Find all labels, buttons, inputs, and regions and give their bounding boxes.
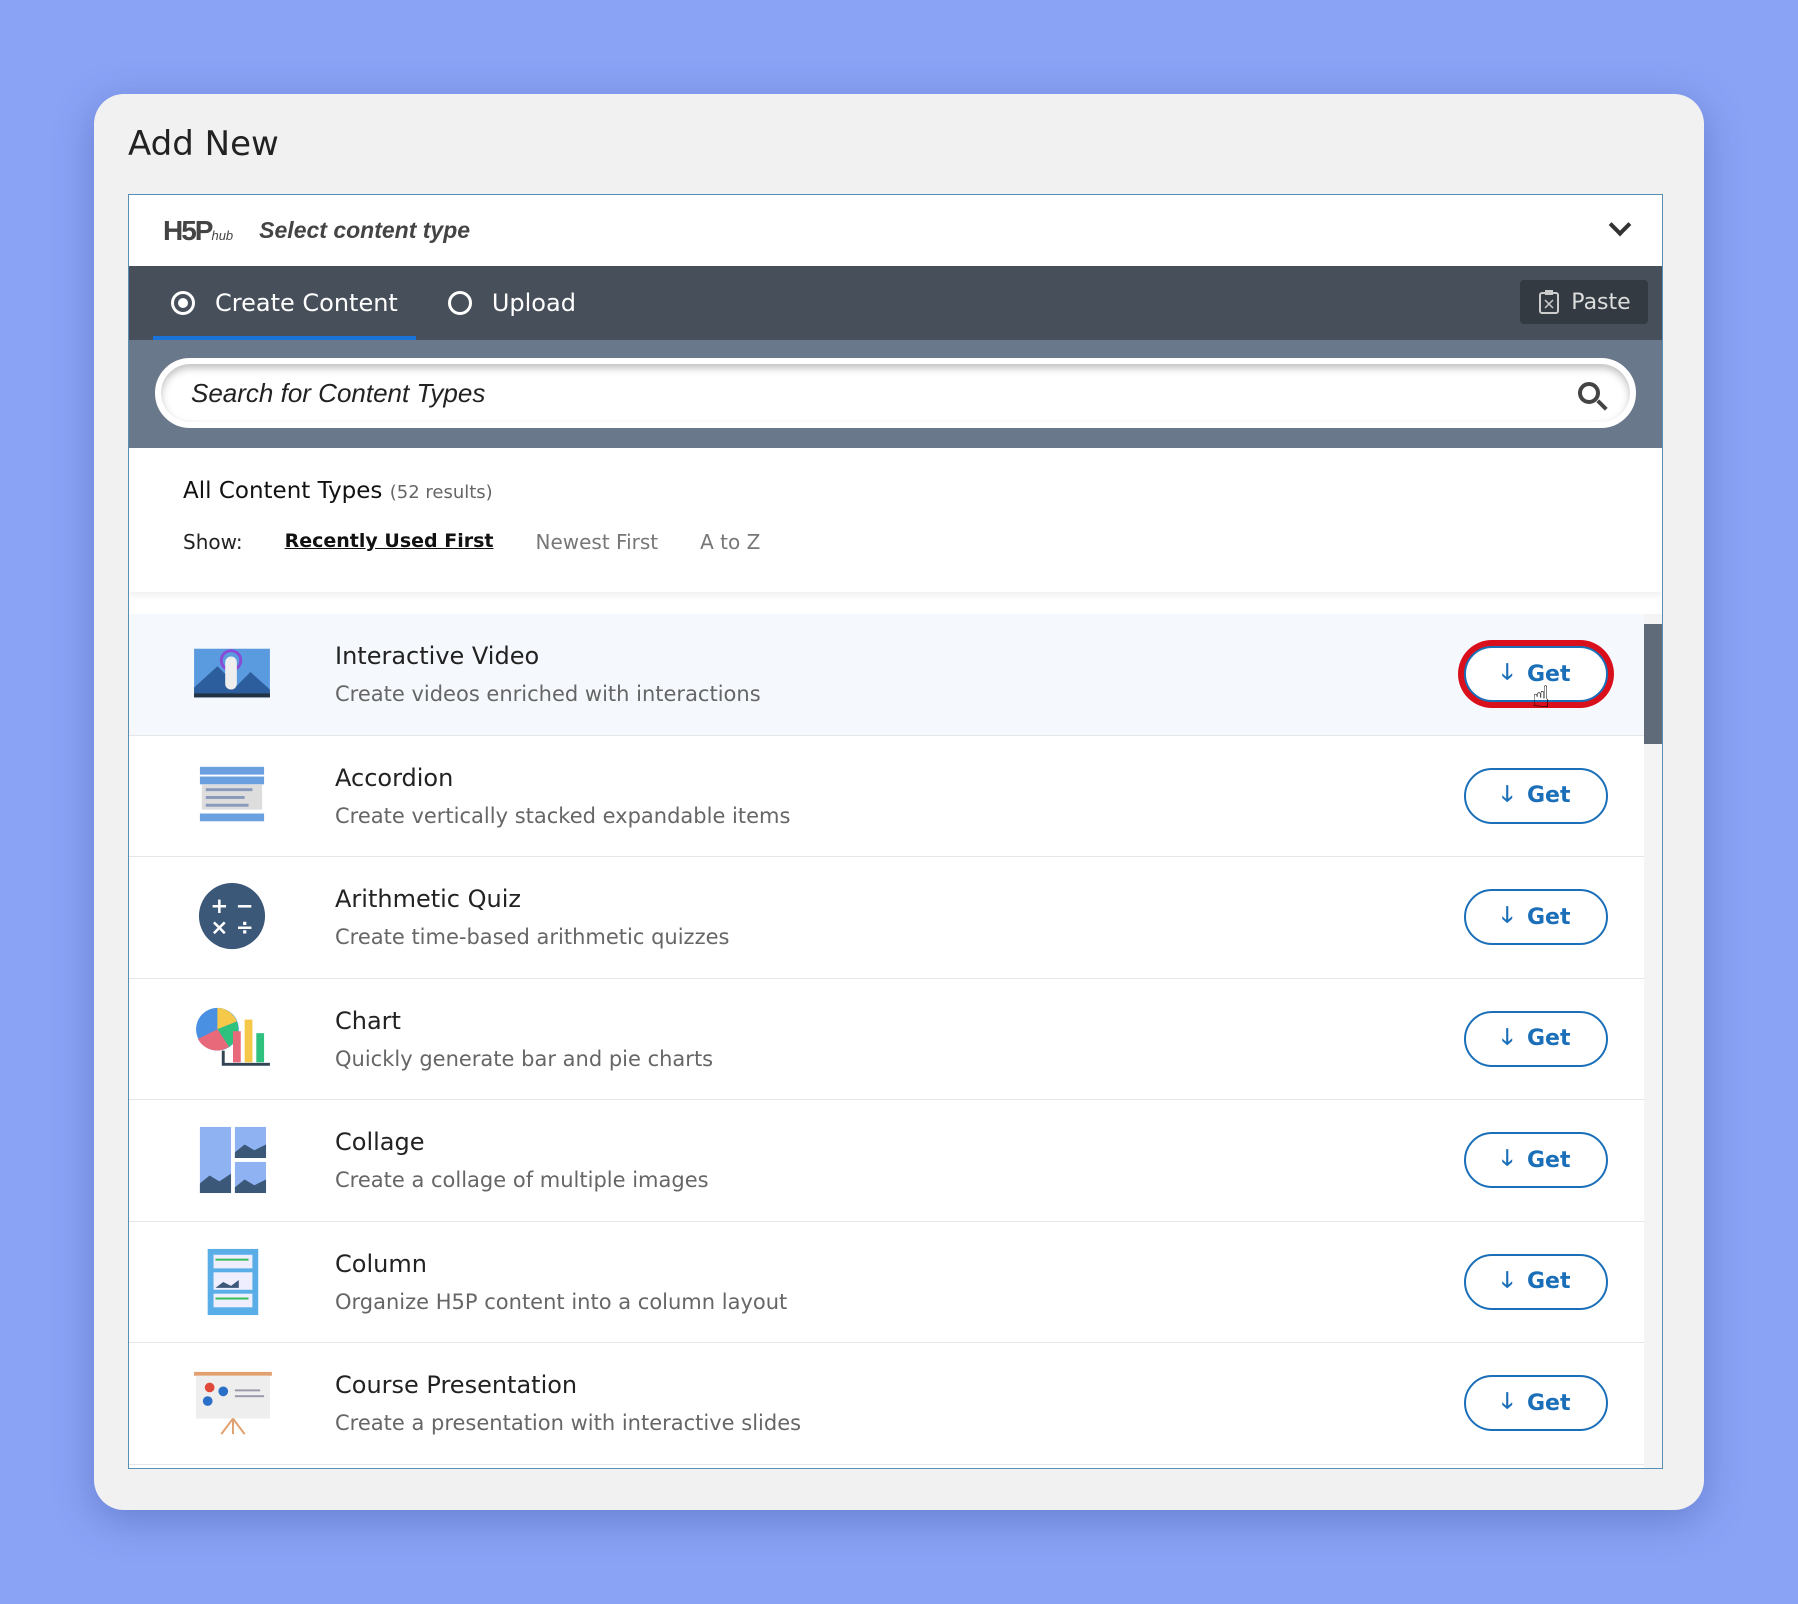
radio-selected-icon bbox=[171, 291, 195, 315]
h5p-hub: H5Phub Select content type Create Conten… bbox=[128, 194, 1663, 1469]
download-arrow-icon: 🡓 bbox=[1501, 781, 1513, 807]
radio-icon bbox=[447, 291, 472, 315]
search-icon[interactable] bbox=[1578, 382, 1600, 404]
column-icon bbox=[207, 1248, 259, 1315]
get-label: Get bbox=[1526, 1390, 1571, 1416]
item-description: Create time-based arithmetic quizzes bbox=[335, 925, 730, 950]
show-label: Show: bbox=[183, 530, 243, 554]
item-text: Interactive Video Create videos enriched … bbox=[335, 642, 761, 706]
get-label: Get bbox=[1526, 1269, 1571, 1294]
chart-icon bbox=[196, 1007, 270, 1066]
item-text: Collage Create a collage of multiple imag… bbox=[335, 1128, 709, 1192]
get-button[interactable]: 🡓 Get bbox=[1464, 1132, 1608, 1188]
hub-tabs: Create Content Upload Paste bbox=[129, 266, 1662, 340]
download-arrow-icon: 🡓 bbox=[1501, 1267, 1513, 1293]
item-name: Arithmetic Quiz bbox=[335, 885, 521, 914]
item-text: Accordion Create vertically stacked expan… bbox=[335, 764, 790, 828]
clipboard-icon bbox=[1539, 290, 1560, 314]
svg-text:× ÷: × ÷ bbox=[210, 916, 253, 941]
get-label: Get bbox=[1526, 1147, 1571, 1173]
item-description: Quickly generate bar and pie charts bbox=[335, 1046, 714, 1071]
get-button[interactable]: 🡓 Get bbox=[1464, 1010, 1608, 1067]
list-item[interactable]: Chart Quickly generate bar and pie charts… bbox=[129, 979, 1644, 1100]
h5p-hub-logo: H5Phub bbox=[163, 214, 234, 246]
download-arrow-icon: 🡓 bbox=[1501, 1146, 1513, 1171]
scrollbar[interactable] bbox=[1644, 614, 1662, 1468]
interactive-video-icon bbox=[194, 648, 270, 698]
sort-newest[interactable]: Newest First bbox=[536, 530, 659, 554]
item-name: Interactive Video bbox=[335, 642, 540, 671]
scrollbar-thumb[interactable] bbox=[1644, 624, 1662, 744]
search-input[interactable] bbox=[191, 377, 1460, 409]
results-info: All Content Types (52 results) Show: Rec… bbox=[129, 448, 1662, 592]
chevron-down-icon[interactable] bbox=[1608, 213, 1632, 237]
list-item[interactable]: Accordion Create vertically stacked expan… bbox=[129, 736, 1644, 857]
get-button[interactable]: 🡓 Get bbox=[1464, 1375, 1608, 1431]
item-description: Create a collage of multiple images bbox=[335, 1168, 709, 1193]
item-name: Collage bbox=[335, 1128, 425, 1157]
tab-upload[interactable]: Upload bbox=[430, 266, 594, 340]
select-content-type-label: Select content type bbox=[259, 217, 471, 243]
item-text: Arithmetic Quiz Create time-based arithme… bbox=[335, 885, 729, 949]
download-arrow-icon: 🡓 bbox=[1501, 1389, 1513, 1414]
hand-cursor-icon: ☝ bbox=[1532, 680, 1551, 715]
paste-label: Paste bbox=[1571, 289, 1631, 315]
item-name: Accordion bbox=[335, 763, 454, 792]
paste-button[interactable]: Paste bbox=[1520, 280, 1648, 324]
item-name: Chart bbox=[335, 1006, 401, 1035]
get-label: Get bbox=[1526, 1026, 1571, 1051]
dialog-title: Add New bbox=[128, 124, 279, 164]
item-text: Chart Quickly generate bar and pie charts bbox=[335, 1007, 713, 1071]
results-count: (52 results) bbox=[389, 482, 493, 503]
item-text: Course Presentation Create a presentation… bbox=[335, 1371, 801, 1435]
add-new-dialog: Add New H5Phub Select content type Creat… bbox=[94, 94, 1704, 1510]
sort-a-to-z[interactable]: A to Z bbox=[700, 530, 760, 554]
accordion-icon bbox=[199, 766, 265, 822]
arithmetic-quiz-icon: + −× ÷ bbox=[198, 883, 266, 950]
download-arrow-icon: 🡓 bbox=[1501, 1024, 1513, 1050]
download-arrow-icon: 🡓 bbox=[1501, 660, 1513, 685]
course-presentation-icon bbox=[194, 1372, 272, 1435]
list-item[interactable]: Collage Create a collage of multiple imag… bbox=[129, 1100, 1644, 1222]
collage-icon bbox=[199, 1127, 267, 1194]
list-item[interactable]: Column Organize H5P content into a column… bbox=[129, 1222, 1644, 1343]
sort-options: Show: Recently Used First Newest First A… bbox=[183, 530, 1662, 554]
item-description: Organize H5P content into a column layou… bbox=[335, 1289, 788, 1314]
get-label: Get bbox=[1526, 904, 1571, 930]
get-button[interactable]: 🡓 Get bbox=[1464, 1253, 1608, 1310]
search-area bbox=[129, 340, 1662, 448]
tab-label: Create Content bbox=[215, 289, 398, 317]
list-item[interactable]: Interactive Video Create videos enriched … bbox=[129, 614, 1644, 736]
list-item[interactable]: + − × ÷ Arithmetic Quiz Create time-based … bbox=[129, 857, 1644, 979]
item-description: Create a presentation with interactive s… bbox=[335, 1411, 802, 1436]
item-description: Create videos enriched with interactions bbox=[335, 682, 761, 707]
content-type-list: Interactive Video Create videos enriched … bbox=[129, 614, 1644, 1468]
item-text: Column Organize H5P content into a column… bbox=[335, 1250, 787, 1314]
list-item[interactable]: Course Presentation Create a presentation… bbox=[129, 1343, 1644, 1465]
get-label: Get bbox=[1526, 783, 1571, 808]
content-type-selector[interactable]: H5Phub Select content type bbox=[129, 195, 1662, 266]
item-description: Create vertically stacked expandable ite… bbox=[335, 803, 791, 828]
item-name: Column bbox=[335, 1249, 427, 1278]
get-button[interactable]: 🡓 Get bbox=[1464, 767, 1608, 824]
get-button[interactable]: 🡓 Get bbox=[1464, 889, 1608, 945]
tab-create-content[interactable]: Create Content bbox=[153, 266, 416, 340]
tab-label: Upload bbox=[491, 289, 576, 317]
sort-recently-used[interactable]: Recently Used First bbox=[285, 530, 494, 554]
search-box bbox=[155, 358, 1636, 428]
download-arrow-icon: 🡓 bbox=[1501, 903, 1513, 928]
item-name: Course Presentation bbox=[335, 1371, 578, 1400]
results-heading: All Content Types (52 results) bbox=[183, 478, 493, 504]
